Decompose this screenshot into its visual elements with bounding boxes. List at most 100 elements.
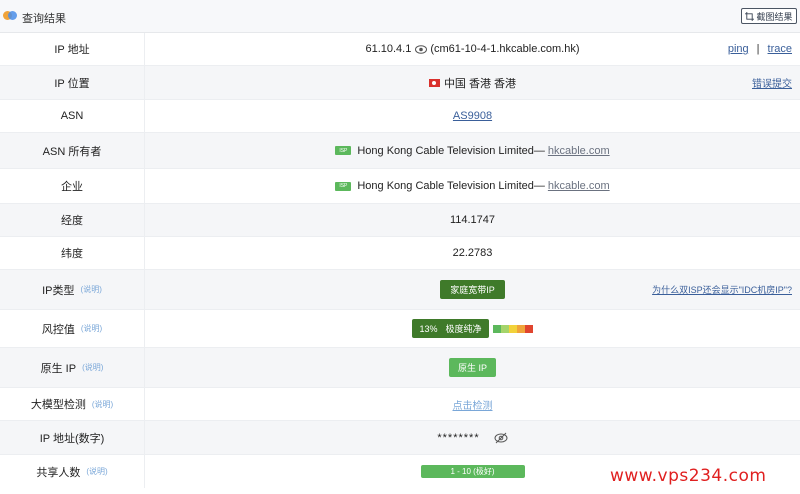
row-value: 中国 香港 香港	[145, 66, 800, 99]
row-label-text: ASN 所有者	[42, 145, 102, 158]
crop-icon	[745, 11, 755, 21]
eye-off-icon[interactable]	[494, 432, 508, 444]
row-label: 共享人数 (说明)	[0, 455, 145, 488]
row-label: IP 位置	[0, 66, 145, 99]
row-value: 原生 IP	[145, 348, 800, 387]
ip-tools: ping | trace	[728, 33, 792, 65]
eye-icon[interactable]	[415, 44, 428, 54]
row-longitude: 经度 114.1747	[0, 204, 800, 237]
row-label: 大模型检测 (说明)	[0, 388, 145, 420]
screenshot-button[interactable]: 截图结果	[741, 8, 797, 24]
risk-scale-segment	[492, 324, 501, 333]
ip-numeric-value: ********	[437, 431, 480, 444]
row-label: ASN	[0, 100, 145, 132]
row-value: 点击检测	[145, 388, 800, 420]
ip-address-value: 61.10.4.1	[365, 43, 412, 55]
longitude-value: 114.1747	[449, 214, 496, 226]
row-value: 13% 极度纯净	[145, 310, 800, 347]
row-value: ********	[145, 421, 800, 454]
native-ip-help-link[interactable]: (说明)	[82, 362, 103, 373]
row-label: 企业	[0, 169, 145, 203]
risk-help-link[interactable]: (说明)	[81, 323, 102, 334]
shared-users-badge: 1 - 10 (极好)	[420, 465, 525, 478]
row-label: 原生 IP (说明)	[0, 348, 145, 387]
row-ip-type: IP类型 (说明) 家庭宽带IP 为什么双ISP还会显示"IDC机房IP"?	[0, 270, 800, 310]
row-asn-owner: ASN 所有者 ISP Hong Kong Cable Television L…	[0, 133, 800, 169]
row-label: ASN 所有者	[0, 133, 145, 168]
why-idc-link[interactable]: 为什么双ISP还会显示"IDC机房IP"?	[652, 270, 792, 309]
row-label-text: IP 地址	[54, 44, 90, 56]
row-label-text: 经度	[61, 215, 83, 227]
native-ip-badge: 原生 IP	[448, 358, 496, 377]
row-value: 22.2783	[145, 237, 800, 269]
row-label-text: IP类型	[42, 284, 75, 297]
row-label: IP类型 (说明)	[0, 270, 145, 309]
row-label-text: ASN	[60, 110, 84, 122]
risk-level: 极度纯净	[445, 324, 482, 334]
row-value: ISP Hong Kong Cable Television Limited — …	[145, 133, 800, 168]
results-title: 查询结果	[22, 13, 66, 25]
isp-badge: ISP	[335, 146, 352, 155]
click-to-check-link[interactable]: 点击检测	[453, 397, 493, 412]
risk-color-scale	[492, 324, 533, 333]
latitude-value: 22.2783	[452, 247, 493, 259]
row-label: IP 地址(数字)	[0, 421, 145, 454]
ip-type-badge: 家庭宽带IP	[440, 280, 505, 299]
asn-link[interactable]: AS9908	[453, 110, 492, 122]
isp-badge: ISP	[335, 181, 352, 191]
location-value: 中国 香港 香港	[443, 77, 517, 90]
row-latitude: 纬度 22.2783	[0, 237, 800, 270]
app-logo-icon	[3, 10, 17, 22]
row-value: AS9908	[145, 100, 800, 132]
dash: —	[533, 180, 545, 192]
ip-type-help-link[interactable]: (说明)	[81, 284, 102, 295]
row-value: 61.10.4.1 (cm61-10-4-1.hkcable.com.hk)	[145, 33, 800, 65]
row-risk: 风控值 (说明) 13% 极度纯净	[0, 310, 800, 348]
row-label: 纬度	[0, 237, 145, 269]
hong-kong-flag-icon	[428, 78, 440, 87]
row-enterprise: 企业 ISP Hong Kong Cable Television Limite…	[0, 169, 800, 204]
tools-separator: |	[756, 43, 760, 55]
risk-percent: 13%	[419, 323, 438, 334]
row-value: ISP Hong Kong Cable Television Limited — …	[145, 169, 800, 203]
risk-score: 13% 极度纯净	[412, 319, 533, 338]
watermark: www.vps234.com	[610, 466, 767, 486]
row-label-text: 原生 IP	[40, 362, 77, 375]
trace-link[interactable]: trace	[768, 43, 792, 55]
row-ip-numeric: IP 地址(数字) ********	[0, 421, 800, 455]
hostname-value: (cm61-10-4-1.hkcable.com.hk)	[430, 43, 580, 55]
results-header: 查询结果 截图结果	[0, 0, 800, 33]
risk-scale-segment	[508, 324, 517, 333]
row-ip-address: IP 地址 61.10.4.1 (cm61-10-4-1.hkcable.com…	[0, 33, 800, 66]
row-label-text: 共享人数	[36, 466, 81, 479]
row-label: 风控值 (说明)	[0, 310, 145, 347]
row-native-ip: 原生 IP (说明) 原生 IP	[0, 348, 800, 388]
row-ip-location: IP 位置 中国 香港 香港 错误提交	[0, 66, 800, 100]
asn-owner-domain-link[interactable]: hkcable.com	[548, 145, 610, 157]
screenshot-button-label: 截图结果	[756, 11, 793, 22]
row-label-text: 企业	[61, 181, 83, 193]
ping-link[interactable]: ping	[728, 43, 749, 55]
row-value: 114.1747	[145, 204, 800, 236]
shared-users-help-link[interactable]: (说明)	[86, 466, 107, 477]
ai-check-help-link[interactable]: (说明)	[92, 399, 113, 410]
row-ai-check: 大模型检测 (说明) 点击检测	[0, 388, 800, 421]
row-label-text: 大模型检测	[30, 399, 86, 411]
report-error-link[interactable]: 错误提交	[752, 66, 792, 99]
enterprise-domain-link[interactable]: hkcable.com	[548, 180, 610, 192]
row-label-text: 风控值	[41, 323, 75, 336]
row-asn: ASN AS9908	[0, 100, 800, 133]
risk-scale-segment	[524, 324, 533, 333]
row-label-text: 纬度	[61, 248, 83, 260]
risk-badge: 13% 极度纯净	[412, 319, 489, 338]
risk-scale-segment	[500, 324, 509, 333]
row-label-text: IP 地址(数字)	[39, 432, 105, 445]
row-label-text: IP 位置	[54, 77, 90, 90]
row-label: IP 地址	[0, 33, 145, 65]
results-table: IP 地址 61.10.4.1 (cm61-10-4-1.hkcable.com…	[0, 33, 800, 488]
risk-scale-segment	[516, 324, 525, 333]
row-label: 经度	[0, 204, 145, 236]
enterprise-name: Hong Kong Cable Television Limited	[357, 180, 534, 192]
asn-owner-name: Hong Kong Cable Television Limited	[357, 144, 534, 157]
dash: —	[533, 144, 545, 157]
